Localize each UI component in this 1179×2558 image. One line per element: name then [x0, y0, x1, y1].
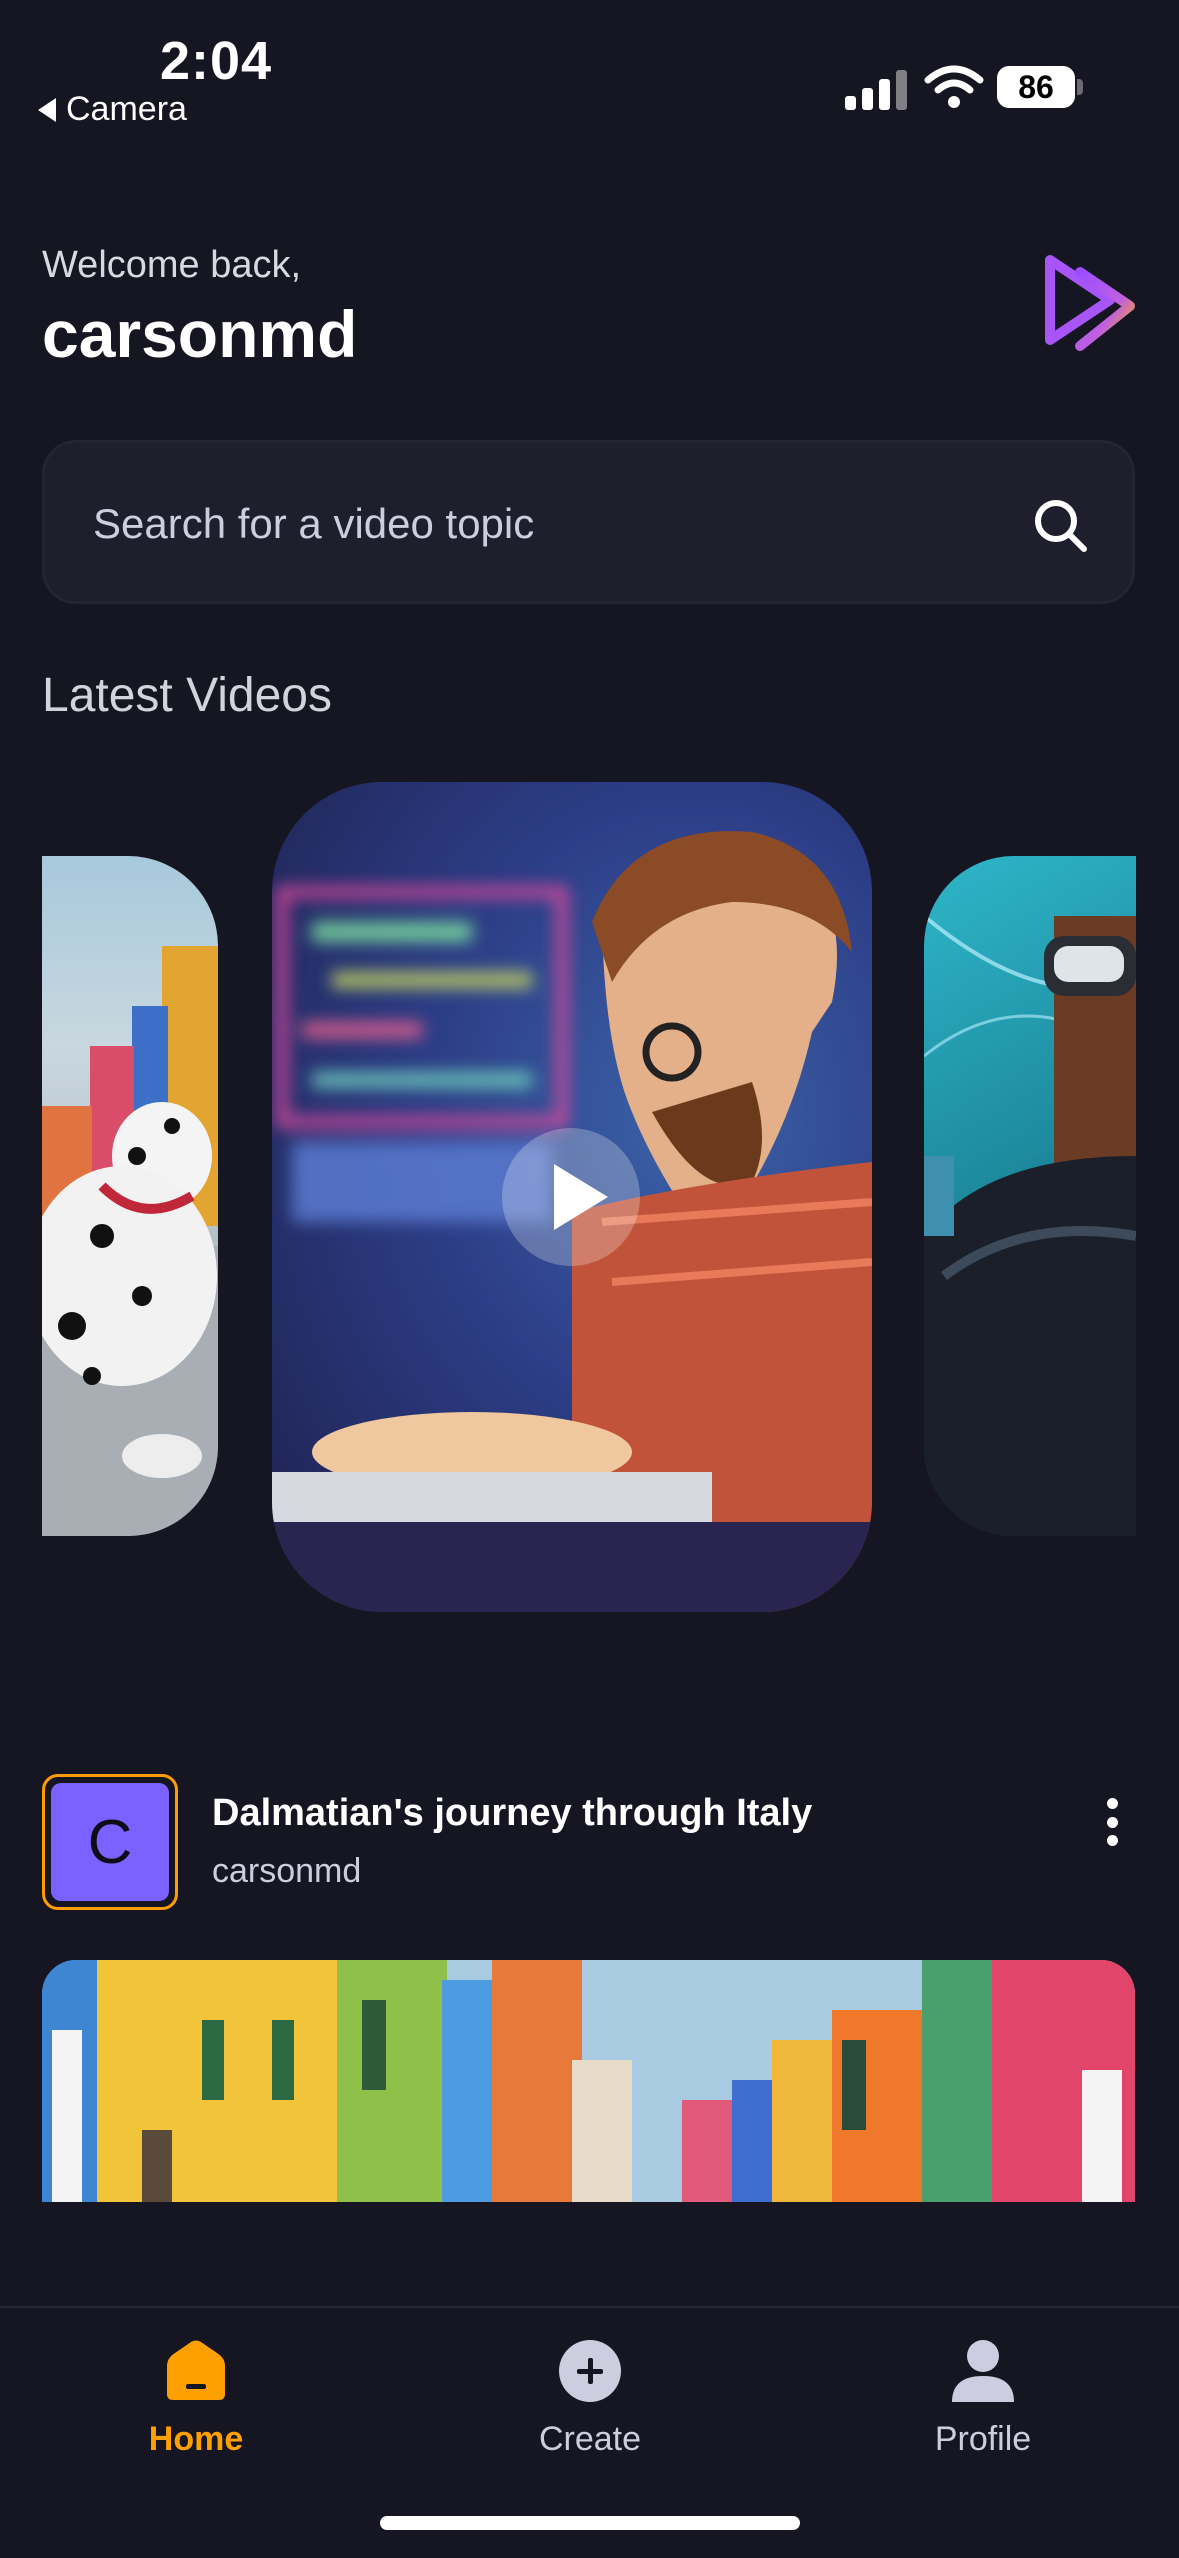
tab-profile-label: Profile: [934, 2420, 1032, 2458]
play-icon[interactable]: [502, 1128, 640, 1266]
italy-street-image: [42, 1960, 1135, 2202]
tab-profile[interactable]: Profile: [853, 2308, 1113, 2488]
battery-tip: [1077, 79, 1083, 95]
search-icon[interactable]: [1032, 497, 1088, 553]
dalmatian-thumbnail: [42, 946, 218, 1536]
search-input[interactable]: [91, 483, 995, 565]
tab-home-label: Home: [148, 2420, 244, 2458]
video-title[interactable]: Dalmatian's journey through Italy: [212, 1792, 812, 1835]
wifi-icon: [924, 65, 984, 108]
back-to-camera-link[interactable]: Camera: [38, 90, 187, 129]
tab-create-label: Create: [538, 2420, 642, 2458]
back-label: Camera: [66, 90, 187, 128]
video-creator: carsonmd: [212, 1852, 362, 1890]
search-bar: [42, 440, 1135, 604]
trending-video-card-left[interactable]: [42, 856, 218, 1536]
welcome-text: Welcome back,: [42, 244, 302, 286]
cellular-signal-icon: [845, 66, 907, 110]
more-vertical-icon[interactable]: [1094, 1794, 1130, 1850]
latest-videos-heading: Latest Videos: [42, 669, 332, 722]
plus-circle-icon: [559, 2340, 621, 2402]
home-icon: [167, 2340, 225, 2400]
back-arrow-icon: [38, 97, 56, 122]
vr-thumbnail: [924, 914, 1136, 1536]
video-thumbnail[interactable]: [42, 1960, 1135, 2202]
creator-avatar[interactable]: C: [42, 1774, 178, 1910]
battery-indicator: 86: [997, 66, 1075, 108]
play-logo-icon: [1045, 255, 1135, 351]
home-indicator: [380, 2516, 800, 2530]
trending-video-card-right[interactable]: [924, 856, 1136, 1536]
username-heading: carsonmd: [42, 297, 358, 371]
status-time: 2:04: [160, 31, 273, 91]
avatar-letter: C: [51, 1783, 169, 1901]
tab-home[interactable]: Home: [66, 2308, 326, 2488]
profile-icon: [952, 2340, 1014, 2402]
tab-create[interactable]: Create: [460, 2308, 720, 2488]
